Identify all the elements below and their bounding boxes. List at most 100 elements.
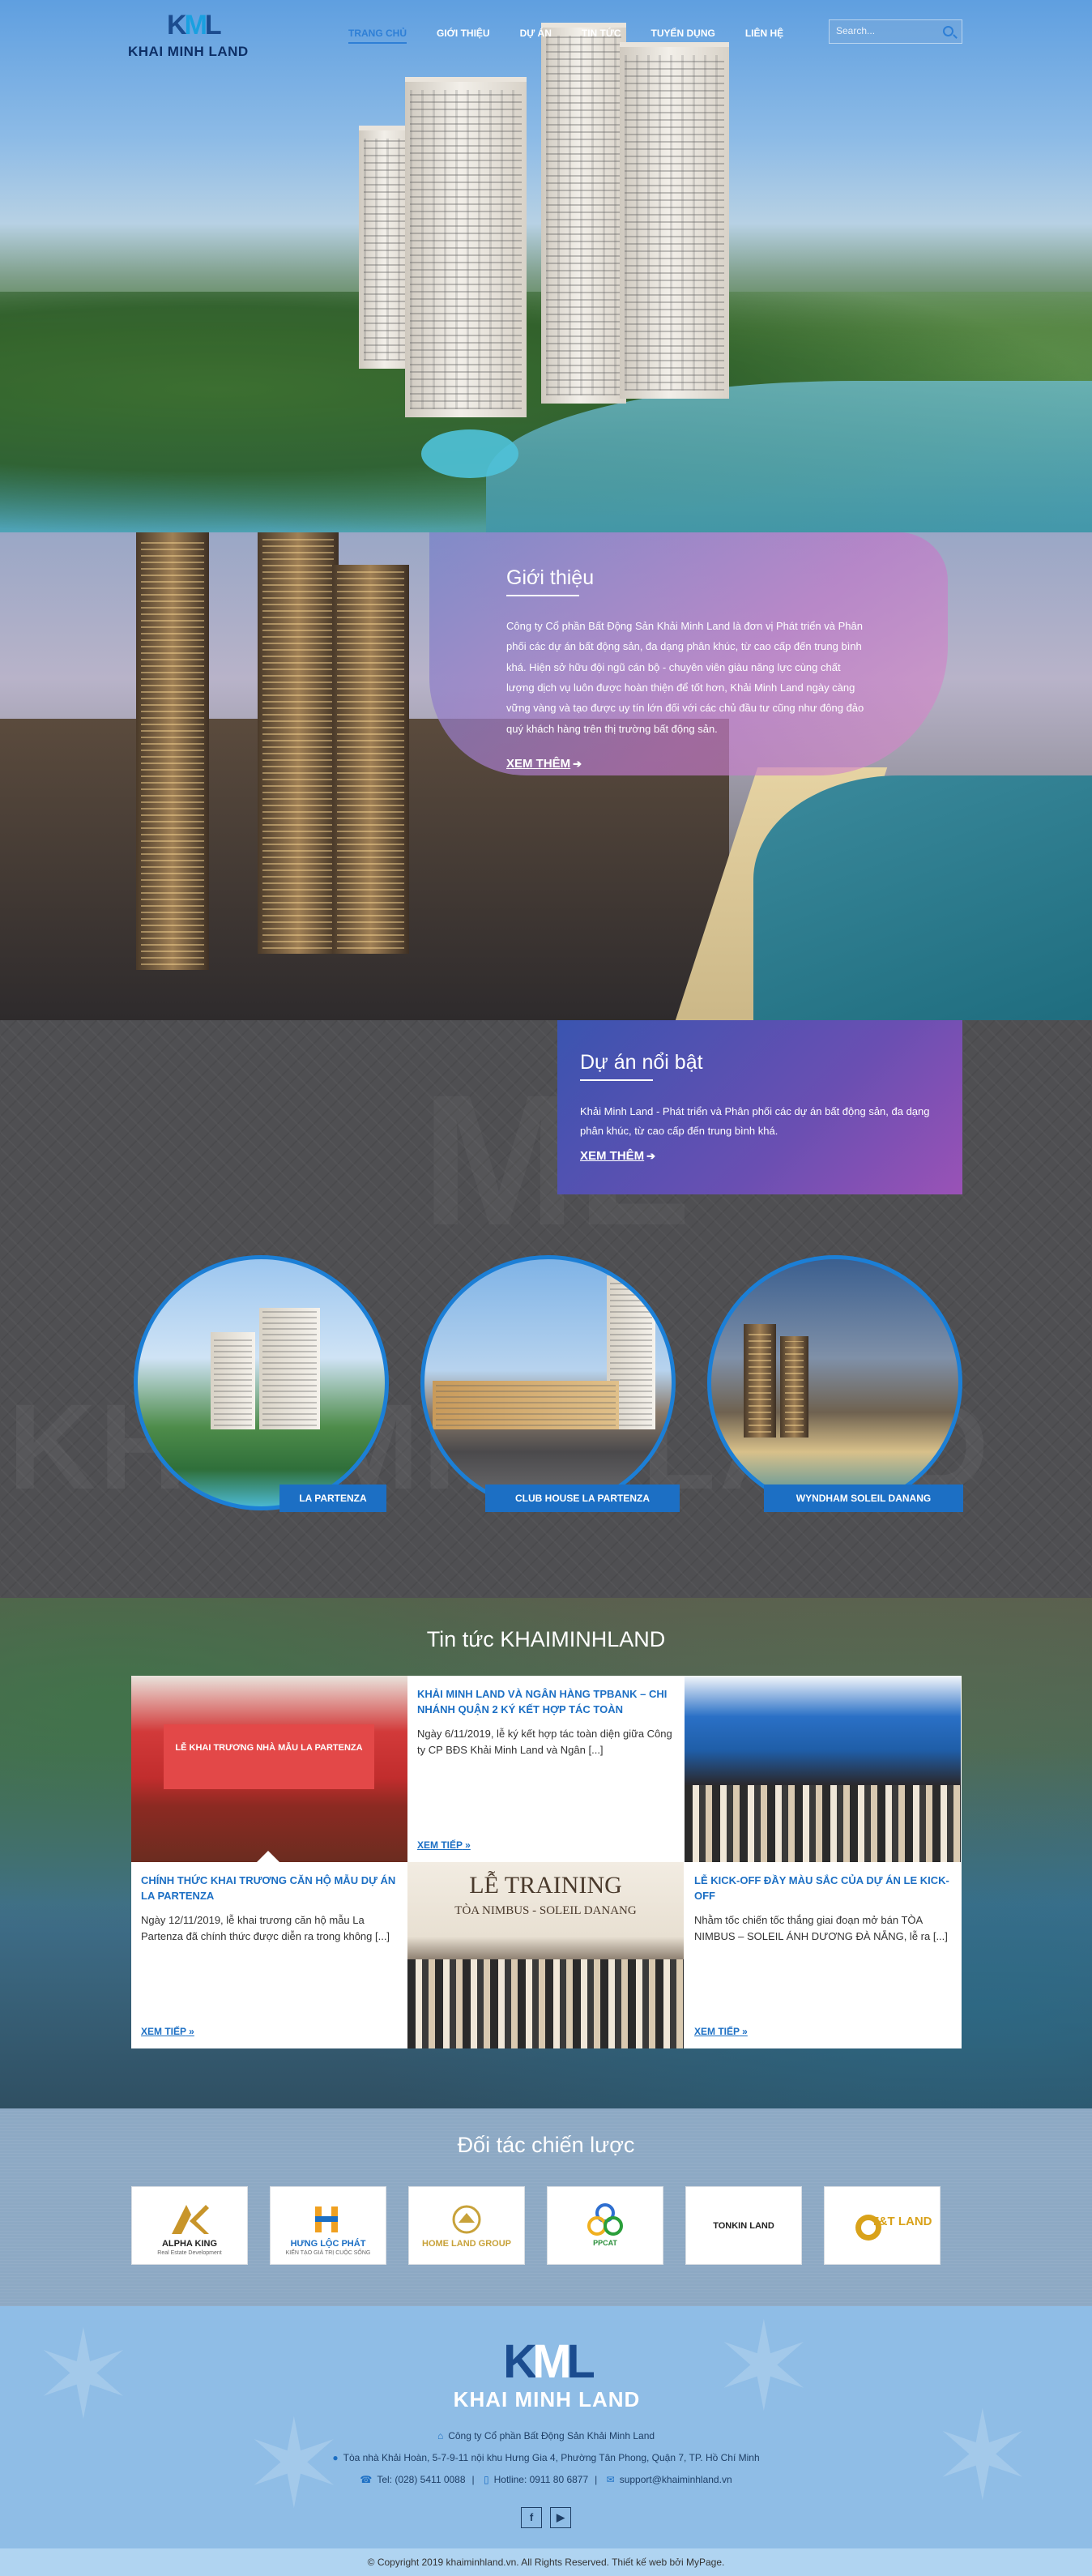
news-image-tpbank[interactable] bbox=[685, 1676, 961, 1862]
project-card-la-partenza[interactable]: LA PARTENZA bbox=[134, 1255, 389, 1512]
news-image-people bbox=[407, 1959, 684, 2048]
footer-company: ⌂ Công ty Cổ phần Bất Động Sản Khải Minh … bbox=[0, 2430, 1092, 2441]
hero-tower bbox=[620, 42, 729, 399]
project-card-wyndham[interactable]: WYNDHAM SOLEIL DANANG bbox=[707, 1255, 963, 1512]
star-decoration-icon: ✶ bbox=[713, 2306, 815, 2435]
news-card-tpbank: KHẢI MINH LAND VÀ NGÂN HÀNG TPBANK – CHI… bbox=[407, 1676, 684, 1862]
partner-logo-tt-land[interactable]: T&T LAND bbox=[824, 2186, 941, 2265]
read-more-label: XEM TIẾP bbox=[694, 2026, 740, 2037]
map-pin-icon: ● bbox=[332, 2452, 339, 2463]
project-label[interactable]: WYNDHAM SOLEIL DANANG bbox=[764, 1485, 963, 1512]
project-label[interactable]: CLUB HOUSE LA PARTENZA bbox=[485, 1485, 680, 1512]
intro-section: Giới thiệu Công ty Cổ phần Bất Động Sản … bbox=[0, 532, 1092, 1020]
site-footer: ✶ ✶ ✶ ✶ KML KHAI MINH LAND ⌂ Công ty Cổ p… bbox=[0, 2306, 1092, 2548]
intro-more-link[interactable]: XEM THÊM ➔ bbox=[506, 757, 582, 771]
project-label[interactable]: LA PARTENZA bbox=[279, 1485, 386, 1512]
partner-logo-alpha-king[interactable]: ALPHA KING Real Estate Development bbox=[131, 2186, 248, 2265]
news-read-more[interactable]: XEM TIẾP » bbox=[694, 2026, 748, 2037]
partner-sub: Real Estate Development bbox=[157, 2250, 222, 2256]
facebook-icon[interactable]: f bbox=[521, 2507, 542, 2528]
nav-item-tuyen-dung[interactable]: TUYỂN DỤNG bbox=[651, 24, 715, 44]
intro-more-label: XEM THÊM bbox=[506, 757, 571, 771]
project-image bbox=[707, 1255, 962, 1510]
footer-logo-wordmark: KHAI MINH LAND bbox=[453, 2387, 641, 2412]
project-clubhouse bbox=[433, 1381, 619, 1429]
partner-name: PPCAT bbox=[593, 2239, 617, 2247]
page: KML KHAI MINH LAND TRANG CHỦ GIỚI THIỆU … bbox=[0, 0, 1092, 2576]
intro-title: Giới thiệu bbox=[506, 566, 594, 596]
news-image-training-title: LỄ TRAINING bbox=[469, 1872, 622, 1899]
hero-pool bbox=[421, 429, 518, 478]
site-header: KML KHAI MINH LAND TRANG CHỦ GIỚI THIỆU … bbox=[0, 0, 1092, 65]
nav-item-du-an[interactable]: DỰ ÁN bbox=[520, 24, 552, 44]
partner-logo-home-land[interactable]: HOME LAND GROUP bbox=[408, 2186, 525, 2265]
email-icon: ✉ bbox=[606, 2474, 615, 2485]
project-building bbox=[744, 1324, 776, 1438]
news-read-more[interactable]: XEM TIẾP » bbox=[417, 1839, 471, 1851]
hero-banner: KML KHAI MINH LAND TRANG CHỦ GIỚI THIỆU … bbox=[0, 0, 1092, 532]
partner-name: ALPHA KING bbox=[161, 2239, 218, 2249]
news-card-title[interactable]: LỄ KICK-OFF ĐẦY MÀU SẮC CỦA DỰ ÁN LE KIC… bbox=[694, 1873, 951, 1904]
project-image bbox=[134, 1255, 389, 1510]
nav-item-lien-he[interactable]: LIÊN HỆ bbox=[745, 24, 783, 44]
footer-hotline[interactable]: Hotline: 0911 80 6877 bbox=[494, 2474, 589, 2485]
site-logo[interactable]: KML KHAI MINH LAND bbox=[128, 8, 270, 62]
news-title: Tin tức KHAIMINHLAND bbox=[426, 1627, 666, 1651]
phone-icon: ☎ bbox=[360, 2474, 373, 2485]
nav-item-tin-tuc[interactable]: TIN TỨC bbox=[582, 24, 621, 44]
news-card-title[interactable]: CHÍNH THỨC KHAI TRƯƠNG CĂN HỘ MẪU DỰ ÁN … bbox=[141, 1873, 398, 1904]
footer-address: ● Tòa nhà Khải Hoàn, 5-7-9-11 nội khu Hưn… bbox=[0, 2452, 1092, 2463]
partner-sub: KIẾN TẠO GIÁ TRỊ CUỘC SỐNG bbox=[285, 2250, 371, 2256]
news-image-training[interactable]: LỄ TRAINING TÒA NIMBUS - SOLEIL DANANG bbox=[407, 1862, 684, 2048]
partner-logo-ppcat[interactable]: PPCAT bbox=[547, 2186, 663, 2265]
footer-contacts: ☎ Tel: (028) 5411 0088 | ▯ Hotline: 0911 80… bbox=[0, 2474, 1092, 2485]
news-card-excerpt: Ngày 12/11/2019, lễ khai trương căn hộ m… bbox=[141, 1913, 390, 1942]
intro-text: Công ty Cổ phần Bất Động Sản Khải Minh L… bbox=[506, 620, 864, 735]
news-notch bbox=[257, 1851, 279, 1862]
intro-tower bbox=[136, 532, 209, 970]
news-image-khai-truong[interactable]: LỄ KHAI TRƯƠNG NHÀ MẪU LA PARTENZA bbox=[131, 1676, 407, 1862]
news-image-people bbox=[685, 1785, 961, 1862]
featured-more-label: XEM THÊM bbox=[580, 1149, 645, 1164]
news-card-title[interactable]: KHẢI MINH LAND VÀ NGÂN HÀNG TPBANK – CHI… bbox=[417, 1687, 674, 1718]
footer-address-text: Tòa nhà Khải Hoàn, 5-7-9-11 nội khu Hưng… bbox=[343, 2452, 760, 2463]
nav-item-gioi-thieu[interactable]: GIỚI THIỆU bbox=[437, 24, 490, 44]
partner-name: T&T LAND bbox=[871, 2215, 932, 2228]
news-section: Tin tức KHAIMINHLAND LỄ KHAI TRƯƠNG NHÀ … bbox=[0, 1598, 1092, 2108]
news-card-kick-off: LỄ KICK-OFF ĐẦY MÀU SẮC CỦA DỰ ÁN LE KIC… bbox=[685, 1862, 961, 2048]
search-box bbox=[829, 19, 962, 44]
search-icon[interactable] bbox=[943, 26, 953, 36]
footer-logo[interactable]: KML KHAI MINH LAND bbox=[437, 2339, 656, 2420]
project-building bbox=[259, 1308, 320, 1429]
partner-name: HƯNG LỘC PHÁT bbox=[290, 2239, 366, 2249]
arrow-right-icon: ➔ bbox=[646, 1150, 656, 1163]
search-input[interactable] bbox=[836, 25, 933, 36]
featured-more-link[interactable]: XEM THÊM ➔ bbox=[580, 1149, 655, 1163]
footer-separator: | bbox=[595, 2474, 598, 2485]
home-land-icon bbox=[452, 2205, 481, 2234]
news-card-excerpt: Nhằm tốc chiến tốc thắng giai đoạn mở bá… bbox=[694, 1913, 948, 1942]
read-more-label: XEM TIẾP bbox=[417, 1839, 463, 1851]
footer-logo-mark: KML bbox=[503, 2335, 595, 2388]
news-read-more[interactable]: XEM TIẾP » bbox=[141, 2026, 194, 2037]
partners-title: Đối tác chiến lược bbox=[457, 2133, 635, 2157]
featured-projects-box: Dự án nổi bật Khải Minh Land - Phát triể… bbox=[557, 1020, 962, 1194]
footer-email[interactable]: support@khaiminhland.vn bbox=[620, 2474, 732, 2485]
news-image-banner: LỄ KHAI TRƯƠNG NHÀ MẪU LA PARTENZA bbox=[164, 1724, 374, 1789]
star-decoration-icon: ✶ bbox=[243, 2396, 345, 2532]
social-links: f ▶ bbox=[521, 2507, 571, 2528]
star-decoration-icon: ✶ bbox=[32, 2307, 134, 2443]
featured-title: Dự án nổi bật bbox=[580, 1051, 703, 1081]
projects-section: ML KHAIMINHLAND Dự án nổi bật Khải Minh … bbox=[0, 1020, 1092, 1598]
project-card-club-house[interactable]: CLUB HOUSE LA PARTENZA bbox=[420, 1255, 680, 1512]
footer-tel[interactable]: Tel: (028) 5411 0088 bbox=[377, 2474, 465, 2485]
news-image-training-sub: TÒA NIMBUS - SOLEIL DANANG bbox=[454, 1904, 637, 1917]
news-card-excerpt: Ngày 6/11/2019, lễ ký kết hợp tác toàn d… bbox=[417, 1727, 672, 1756]
read-more-label: XEM TIẾP bbox=[141, 2026, 186, 2037]
intro-tower bbox=[332, 565, 409, 954]
partner-logo-hung-loc-phat[interactable]: HƯNG LỘC PHÁT KIẾN TẠO GIÁ TRỊ CUỘC SỐNG bbox=[270, 2186, 386, 2265]
home-icon: ⌂ bbox=[437, 2430, 444, 2441]
nav-item-trang-chu[interactable]: TRANG CHỦ bbox=[348, 24, 407, 44]
partner-logo-tonkin-land[interactable]: TONKIN LAND bbox=[685, 2186, 802, 2265]
youtube-icon[interactable]: ▶ bbox=[550, 2507, 571, 2528]
